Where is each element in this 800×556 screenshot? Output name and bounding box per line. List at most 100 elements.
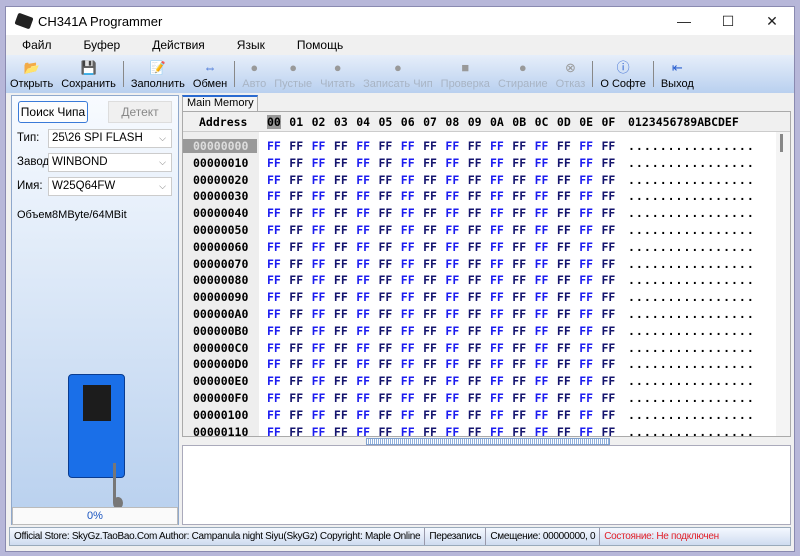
hex-byte[interactable]: FF <box>490 139 504 153</box>
hex-byte[interactable]: FF <box>468 391 482 405</box>
hex-byte[interactable]: FF <box>379 189 393 203</box>
hex-byte[interactable]: FF <box>356 156 370 170</box>
hex-byte[interactable]: FF <box>490 257 504 271</box>
row-ascii[interactable]: ................ <box>628 206 755 220</box>
hex-byte[interactable]: FF <box>490 425 504 439</box>
menu-item[interactable]: Файл <box>22 35 52 55</box>
minimize-button[interactable]: — <box>662 7 706 35</box>
hex-byte[interactable]: FF <box>557 240 571 254</box>
hex-byte[interactable]: FF <box>490 307 504 321</box>
hex-byte[interactable]: FF <box>401 189 415 203</box>
hex-byte[interactable]: FF <box>267 374 281 388</box>
hex-byte[interactable]: FF <box>490 206 504 220</box>
toolbar-button-write[interactable]: ● Записать Чип <box>359 61 437 93</box>
hex-byte[interactable]: FF <box>267 408 281 422</box>
hex-byte[interactable]: FF <box>535 408 549 422</box>
hex-byte[interactable]: FF <box>379 206 393 220</box>
hex-byte[interactable]: FF <box>579 206 593 220</box>
hex-byte[interactable]: FF <box>267 156 281 170</box>
hex-byte[interactable]: FF <box>445 341 459 355</box>
hex-byte[interactable]: FF <box>445 357 459 371</box>
tab-main-memory[interactable]: Main Memory <box>182 95 258 111</box>
hex-byte[interactable]: FF <box>445 425 459 439</box>
hex-byte[interactable]: FF <box>379 139 393 153</box>
row-ascii[interactable]: ................ <box>628 156 755 170</box>
row-ascii[interactable]: ................ <box>628 391 755 405</box>
hex-byte[interactable]: FF <box>512 156 526 170</box>
hex-byte[interactable]: FF <box>468 374 482 388</box>
hex-byte[interactable]: FF <box>356 240 370 254</box>
hex-byte[interactable]: FF <box>557 173 571 187</box>
hex-byte[interactable]: FF <box>423 206 437 220</box>
hex-byte[interactable]: FF <box>312 273 326 287</box>
hex-byte[interactable]: FF <box>401 324 415 338</box>
hex-byte[interactable]: FF <box>356 173 370 187</box>
hex-byte[interactable]: FF <box>334 257 348 271</box>
hex-byte[interactable]: FF <box>490 324 504 338</box>
hex-byte[interactable]: FF <box>512 324 526 338</box>
hex-byte[interactable]: FF <box>468 324 482 338</box>
hex-byte[interactable]: FF <box>490 290 504 304</box>
hex-byte[interactable]: FF <box>535 223 549 237</box>
hex-byte[interactable]: FF <box>602 357 616 371</box>
hex-byte[interactable]: FF <box>423 425 437 439</box>
hex-byte[interactable]: FF <box>289 173 303 187</box>
hex-byte[interactable]: FF <box>267 290 281 304</box>
hex-byte[interactable]: FF <box>401 173 415 187</box>
toolbar-button-info[interactable]: ⓘ О Софте <box>596 61 650 93</box>
hex-byte[interactable]: FF <box>334 341 348 355</box>
hex-byte[interactable]: FF <box>356 223 370 237</box>
hex-byte[interactable]: FF <box>579 374 593 388</box>
hex-byte[interactable]: FF <box>334 223 348 237</box>
row-ascii[interactable]: ................ <box>628 189 755 203</box>
row-ascii[interactable]: ................ <box>628 341 755 355</box>
hex-byte[interactable]: FF <box>468 156 482 170</box>
row-ascii[interactable]: ................ <box>628 374 755 388</box>
hex-byte[interactable]: FF <box>535 273 549 287</box>
hex-byte[interactable]: FF <box>423 189 437 203</box>
hex-byte[interactable]: FF <box>468 307 482 321</box>
hex-byte[interactable]: FF <box>334 324 348 338</box>
hex-byte[interactable]: FF <box>535 324 549 338</box>
hex-byte[interactable]: FF <box>579 324 593 338</box>
hex-byte[interactable]: FF <box>267 240 281 254</box>
hex-byte[interactable]: FF <box>445 257 459 271</box>
hex-byte[interactable]: FF <box>602 290 616 304</box>
hex-byte[interactable]: FF <box>267 257 281 271</box>
hex-byte[interactable]: FF <box>379 240 393 254</box>
hex-byte[interactable]: FF <box>334 240 348 254</box>
type-select[interactable]: 25\26 SPI FLASH ⌵ <box>48 129 172 148</box>
hex-byte[interactable]: FF <box>490 408 504 422</box>
hex-byte[interactable]: FF <box>289 189 303 203</box>
row-ascii[interactable]: ................ <box>628 223 755 237</box>
hex-byte[interactable]: FF <box>379 324 393 338</box>
hex-byte[interactable]: FF <box>445 240 459 254</box>
hex-byte[interactable]: FF <box>602 240 616 254</box>
maker-select[interactable]: WINBOND ⌵ <box>48 153 172 172</box>
hex-byte[interactable]: FF <box>512 307 526 321</box>
hex-byte[interactable]: FF <box>312 425 326 439</box>
hex-byte[interactable]: FF <box>356 290 370 304</box>
hex-byte[interactable]: FF <box>468 139 482 153</box>
hex-byte[interactable]: FF <box>468 173 482 187</box>
row-ascii[interactable]: ................ <box>628 173 755 187</box>
hex-byte[interactable]: FF <box>445 189 459 203</box>
hex-byte[interactable]: FF <box>557 408 571 422</box>
hex-byte[interactable]: FF <box>267 425 281 439</box>
row-ascii[interactable]: ................ <box>628 425 755 439</box>
hex-byte[interactable]: FF <box>535 341 549 355</box>
hex-byte[interactable]: FF <box>334 139 348 153</box>
hex-byte[interactable]: FF <box>512 273 526 287</box>
hex-byte[interactable]: FF <box>535 391 549 405</box>
hex-byte[interactable]: FF <box>401 357 415 371</box>
hex-byte[interactable]: FF <box>535 139 549 153</box>
hex-byte[interactable]: FF <box>267 391 281 405</box>
hex-byte[interactable]: FF <box>602 324 616 338</box>
hex-byte[interactable]: FF <box>579 156 593 170</box>
hex-byte[interactable]: FF <box>356 341 370 355</box>
toolbar-button-fill[interactable]: 📝 Заполнить <box>127 61 189 93</box>
toolbar-button-read[interactable]: ● Читать <box>316 61 359 93</box>
hex-byte[interactable]: FF <box>289 257 303 271</box>
hex-byte[interactable]: FF <box>468 341 482 355</box>
hex-byte[interactable]: FF <box>512 290 526 304</box>
